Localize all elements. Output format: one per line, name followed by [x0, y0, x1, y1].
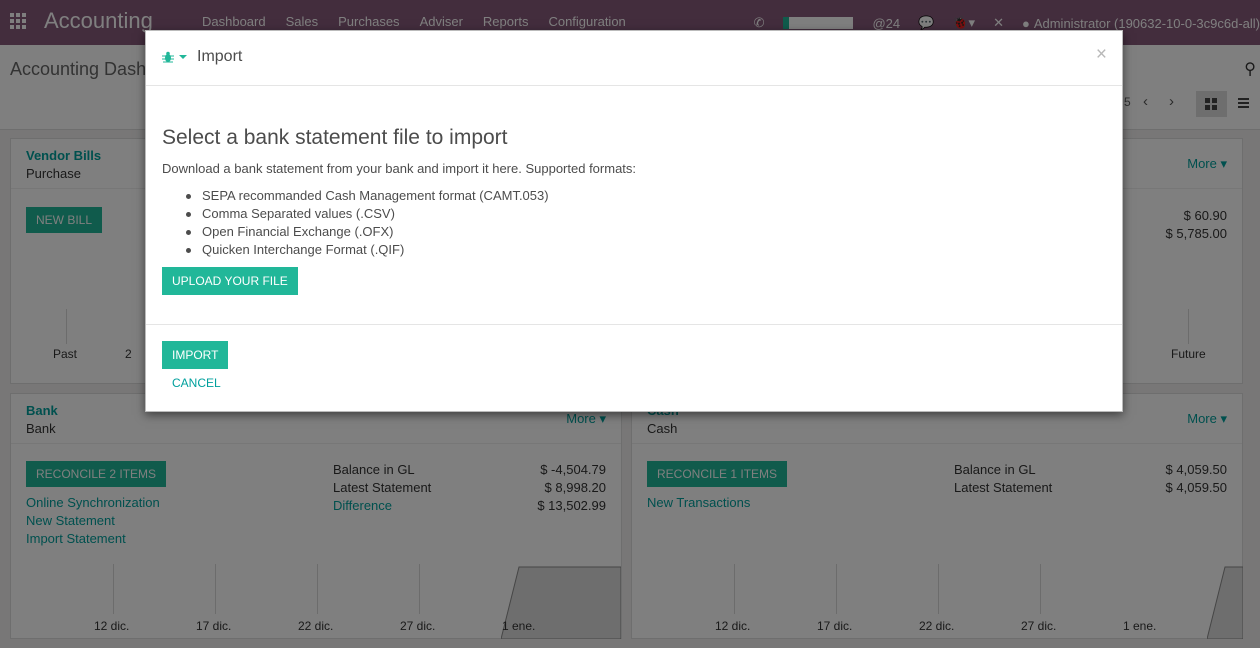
bug-icon[interactable] — [162, 51, 174, 63]
dialog-title: Import — [197, 48, 243, 65]
close-icon[interactable]: × — [1096, 44, 1107, 66]
supported-formats-list: SEPA recommanded Cash Management format … — [186, 187, 549, 259]
import-button[interactable]: IMPORT — [162, 341, 229, 369]
list-item: SEPA recommanded Cash Management format … — [186, 187, 549, 205]
upload-file-button[interactable]: UPLOAD YOUR FILE — [162, 267, 298, 295]
list-item: Open Financial Exchange (.OFX) — [186, 223, 549, 241]
import-heading: Select a bank statement file to import — [162, 126, 508, 149]
chevron-down-icon[interactable] — [179, 55, 187, 59]
list-item: Quicken Interchange Format (.QIF) — [186, 241, 549, 259]
list-item: Comma Separated values (.CSV) — [186, 205, 549, 223]
import-description: Download a bank statement from your bank… — [162, 161, 637, 176]
cancel-button[interactable]: CANCEL — [172, 376, 221, 390]
dialog-header: Import × — [146, 31, 1122, 86]
dialog-body: Select a bank statement file to import D… — [146, 86, 1122, 325]
import-dialog: Import × Select a bank statement file to… — [145, 30, 1123, 412]
